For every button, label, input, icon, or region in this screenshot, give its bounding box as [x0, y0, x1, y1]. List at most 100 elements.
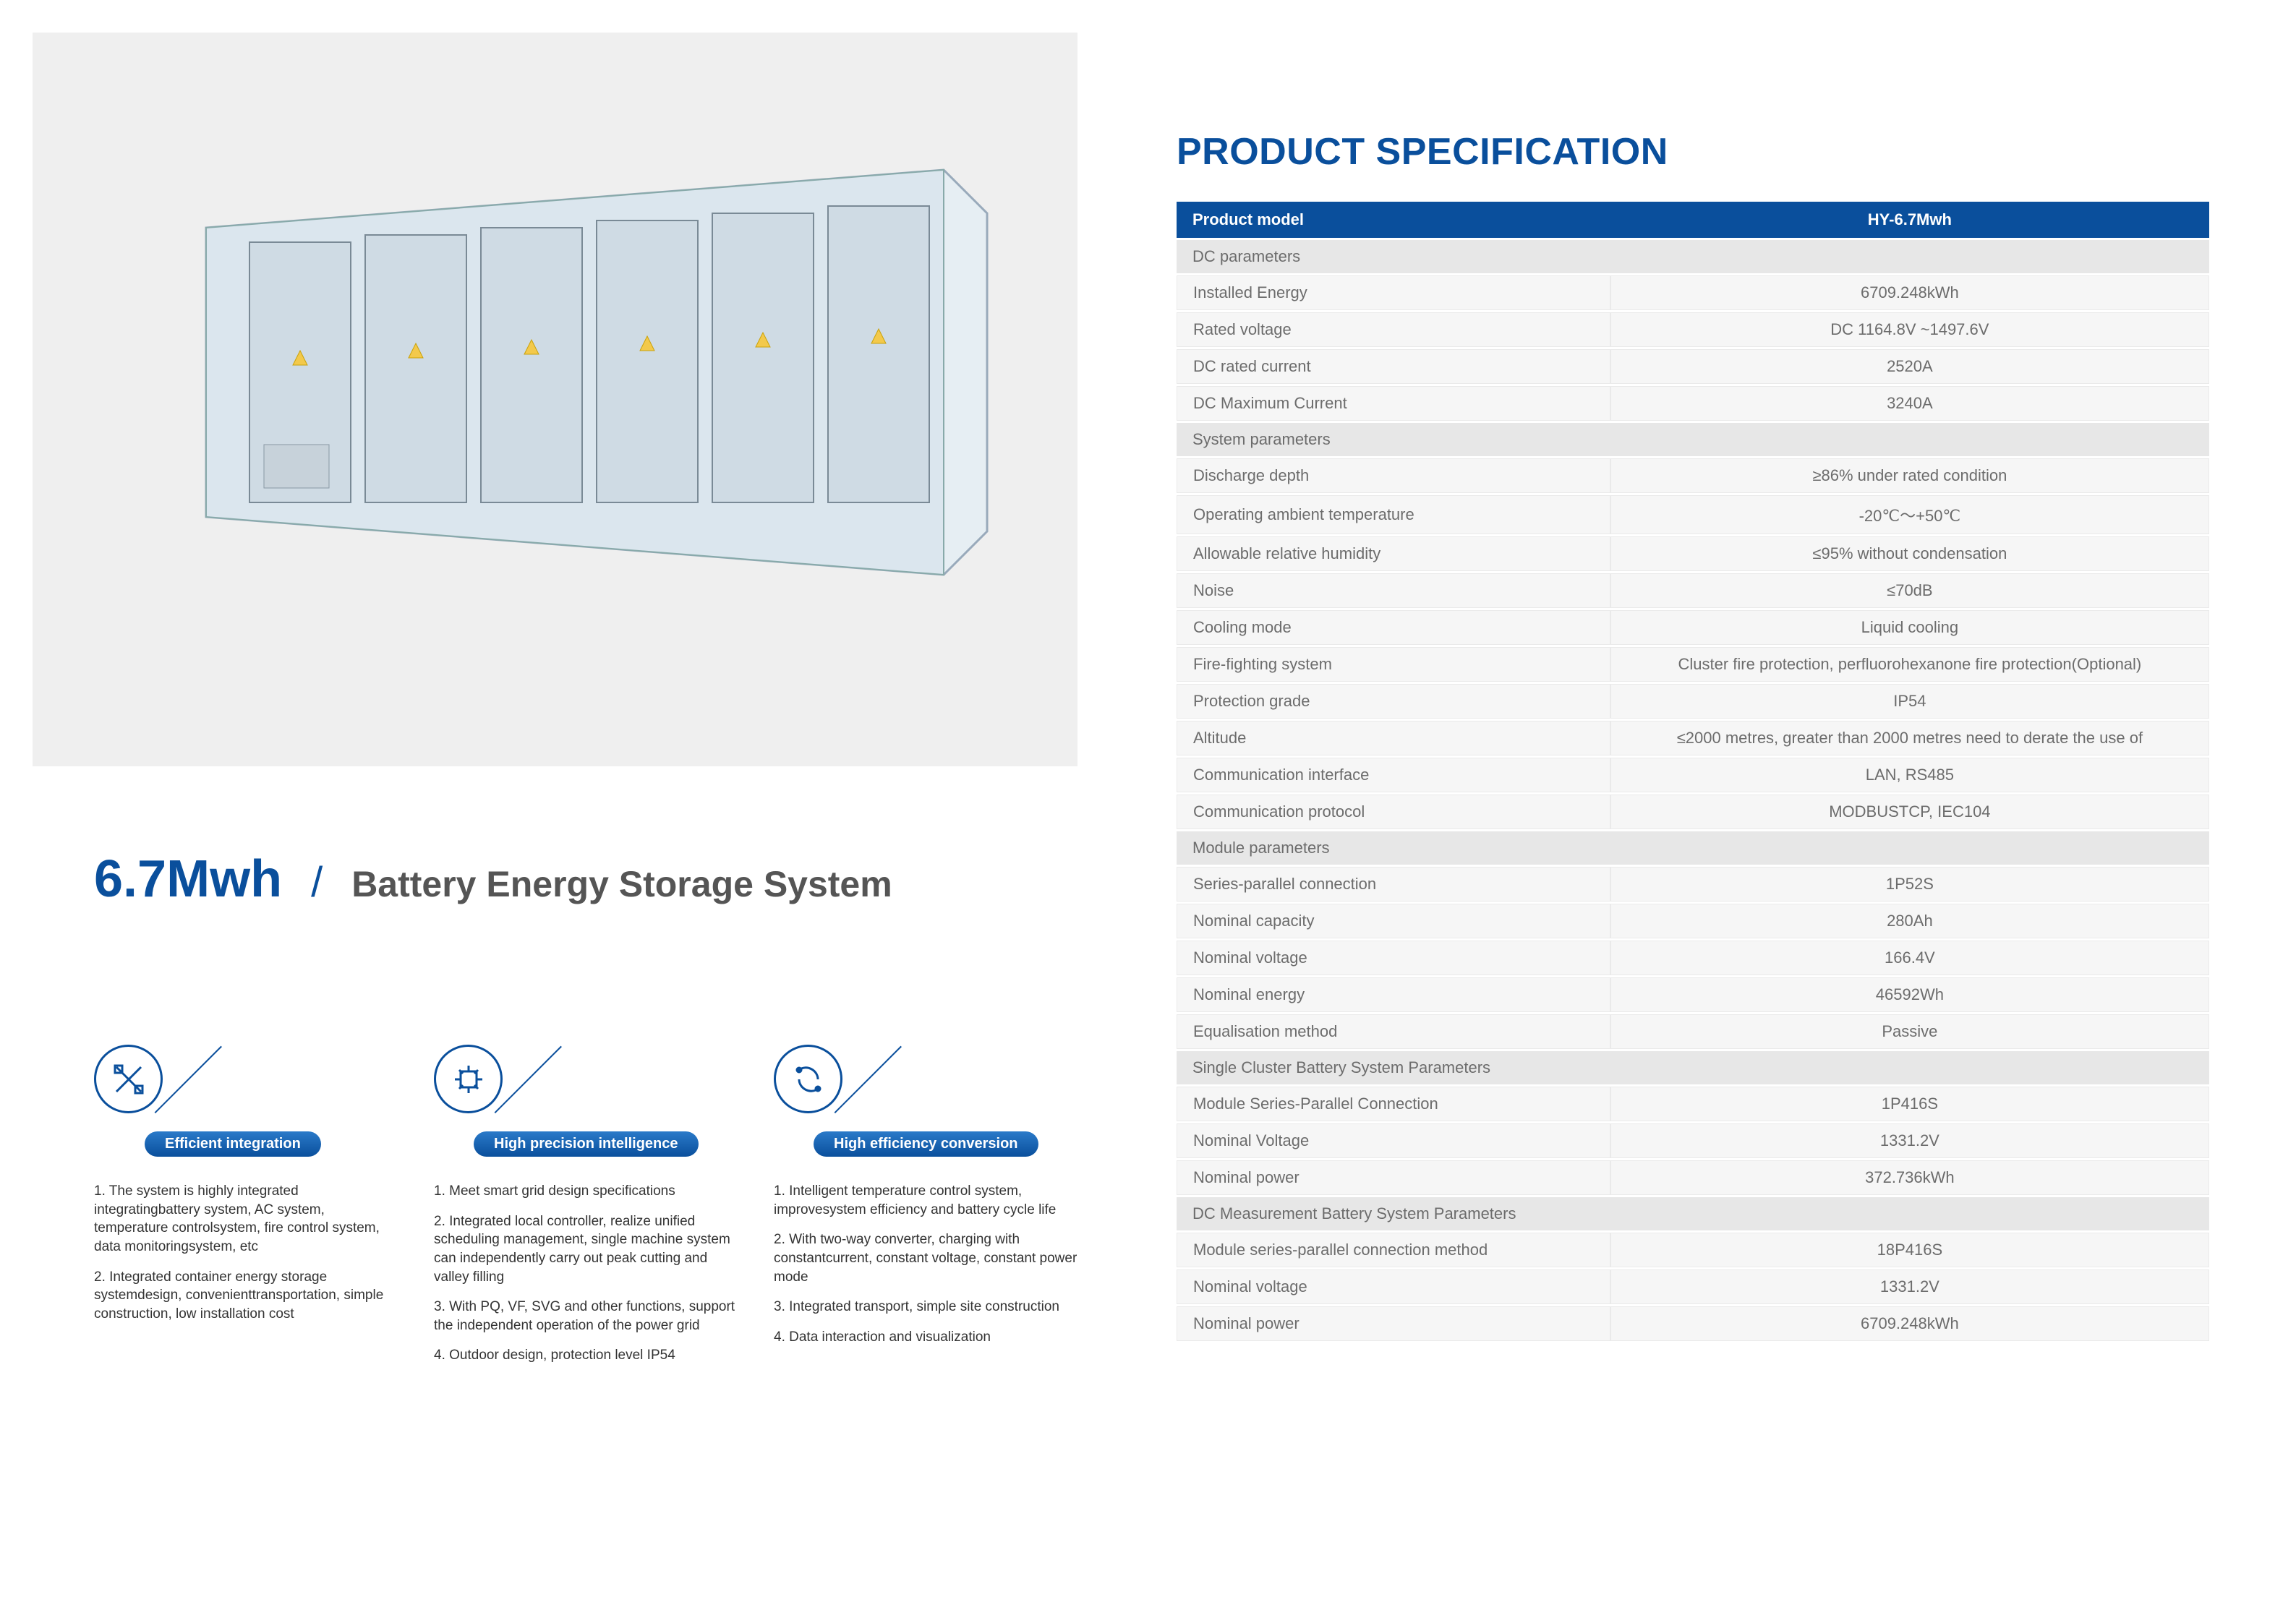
- spec-row: Communication protocolMODBUSTCP, IEC104: [1177, 795, 2209, 829]
- spec-row-value: 46592Wh: [1610, 977, 2209, 1012]
- spec-row-value: 1331.2V: [1610, 1123, 2209, 1158]
- spec-row: Nominal voltage166.4V: [1177, 941, 2209, 975]
- spec-row-label: Cooling mode: [1177, 610, 1610, 645]
- spec-row-value: Cluster fire protection, perfluorohexano…: [1610, 647, 2209, 682]
- spec-row-label: Noise: [1177, 573, 1610, 608]
- spec-row-value: ≤2000 metres, greater than 2000 metres n…: [1610, 721, 2209, 755]
- design-icon: [94, 1045, 163, 1113]
- spec-row-value: 280Ah: [1610, 904, 2209, 938]
- spec-row: DC rated current2520A: [1177, 349, 2209, 384]
- feature-para: 2. With two-way converter, charging with…: [774, 1230, 1077, 1286]
- spec-header-value: HY-6.7Mwh: [1610, 202, 2209, 238]
- spec-row-label: Equalisation method: [1177, 1014, 1610, 1049]
- spec-row-label: Communication protocol: [1177, 795, 1610, 829]
- spec-row: Allowable relative humidity≤95% without …: [1177, 536, 2209, 571]
- feature-para: 4. Data interaction and visualization: [774, 1328, 1077, 1347]
- feature-para: 2. Integrated local controller, realize …: [434, 1212, 738, 1287]
- left-page: 6.7Mwh / Battery Energy Storage System E…: [0, 0, 1148, 1623]
- spec-row-value: DC 1164.8V ~1497.6V: [1610, 312, 2209, 347]
- spec-row: Nominal Voltage1331.2V: [1177, 1123, 2209, 1158]
- spec-row-value: 2520A: [1610, 349, 2209, 384]
- cycle-icon: [774, 1045, 842, 1113]
- spec-row-label: Protection grade: [1177, 684, 1610, 719]
- spec-row-value: 3240A: [1610, 386, 2209, 421]
- feature-para: 2. Integrated container energy storage s…: [94, 1268, 398, 1324]
- spec-row-label: DC Maximum Current: [1177, 386, 1610, 421]
- spec-row-value: Liquid cooling: [1610, 610, 2209, 645]
- spec-row-label: Communication interface: [1177, 758, 1610, 792]
- spec-row-label: Installed Energy: [1177, 275, 1610, 310]
- spec-section-label: System parameters: [1177, 423, 2209, 456]
- feature-pill-2: High efficiency conversion: [814, 1131, 1038, 1157]
- spec-row: Series-parallel connection1P52S: [1177, 867, 2209, 902]
- spec-row-value: MODBUSTCP, IEC104: [1610, 795, 2209, 829]
- spec-row-label: Altitude: [1177, 721, 1610, 755]
- spec-row: Installed Energy6709.248kWh: [1177, 275, 2209, 310]
- spec-row-value: 6709.248kWh: [1610, 1306, 2209, 1341]
- spec-row-label: Fire-fighting system: [1177, 647, 1610, 682]
- spec-row-value: IP54: [1610, 684, 2209, 719]
- spec-row-label: Nominal voltage: [1177, 1269, 1610, 1304]
- feature-para: 1. The system is highly integrated integ…: [94, 1182, 398, 1256]
- spec-row-value: ≤95% without condensation: [1610, 536, 2209, 571]
- spec-row: Equalisation methodPassive: [1177, 1014, 2209, 1049]
- spec-row-value: 1P52S: [1610, 867, 2209, 902]
- spec-row: Cooling modeLiquid cooling: [1177, 610, 2209, 645]
- feature-high-precision: High precision intelligence 1. Meet smar…: [434, 1012, 738, 1376]
- spec-row-value: 6709.248kWh: [1610, 275, 2209, 310]
- spec-row: Altitude≤2000 metres, greater than 2000 …: [1177, 721, 2209, 755]
- spec-row: Operating ambient temperature-20℃～+50℃: [1177, 495, 2209, 534]
- feature-high-efficiency: High efficiency conversion 1. Intelligen…: [774, 1012, 1077, 1376]
- feature-pill-1: High precision intelligence: [474, 1131, 699, 1157]
- spec-row: Rated voltageDC 1164.8V ~1497.6V: [1177, 312, 2209, 347]
- spec-section-label: Module parameters: [1177, 831, 2209, 865]
- spec-row-label: Nominal power: [1177, 1160, 1610, 1195]
- spec-row: Nominal energy46592Wh: [1177, 977, 2209, 1012]
- spec-section-label: DC parameters: [1177, 240, 2209, 273]
- spec-row: Nominal voltage1331.2V: [1177, 1269, 2209, 1304]
- feature-para: 4. Outdoor design, protection level IP54: [434, 1346, 738, 1365]
- spec-section-row: DC Measurement Battery System Parameters: [1177, 1197, 2209, 1230]
- feature-para: 3. Integrated transport, simple site con…: [774, 1298, 1077, 1316]
- spec-section-row: Single Cluster Battery System Parameters: [1177, 1051, 2209, 1084]
- spec-section-row: Module parameters: [1177, 831, 2209, 865]
- spec-row-label: DC rated current: [1177, 349, 1610, 384]
- chip-icon: [434, 1045, 503, 1113]
- feature-body-1: 1. Meet smart grid design specifications…: [434, 1182, 738, 1365]
- spec-row-label: Nominal Voltage: [1177, 1123, 1610, 1158]
- spec-row-label: Module series-parallel connection method: [1177, 1233, 1610, 1267]
- spec-row-value: ≤70dB: [1610, 573, 2209, 608]
- spec-row-label: Nominal capacity: [1177, 904, 1610, 938]
- capacity-title: 6.7Mwh: [94, 849, 282, 909]
- spec-row-value: 372.736kWh: [1610, 1160, 2209, 1195]
- product-title-row: 6.7Mwh / Battery Energy Storage System: [94, 849, 892, 909]
- spec-row-label: Operating ambient temperature: [1177, 495, 1610, 534]
- spec-section-row: System parameters: [1177, 423, 2209, 456]
- spec-row-label: Module Series-Parallel Connection: [1177, 1087, 1610, 1121]
- spec-row: Module series-parallel connection method…: [1177, 1233, 2209, 1267]
- spec-heading: PRODUCT SPECIFICATION: [1177, 130, 2209, 174]
- spec-row: Protection gradeIP54: [1177, 684, 2209, 719]
- spec-row-label: Series-parallel connection: [1177, 867, 1610, 902]
- feature-para: 1. Meet smart grid design specifications: [434, 1182, 738, 1201]
- spec-row: Communication interfaceLAN, RS485: [1177, 758, 2209, 792]
- spec-row: Nominal power6709.248kWh: [1177, 1306, 2209, 1341]
- spec-row-label: Allowable relative humidity: [1177, 536, 1610, 571]
- spec-row: Module Series-Parallel Connection1P416S: [1177, 1087, 2209, 1121]
- feature-efficient-integration: Efficient integration 1. The system is h…: [94, 1012, 398, 1376]
- spec-header-row: Product modelHY-6.7Mwh: [1177, 202, 2209, 238]
- product-name: Battery Energy Storage System: [351, 863, 892, 905]
- spec-row: Fire-fighting systemCluster fire protect…: [1177, 647, 2209, 682]
- product-image-area: [33, 33, 1077, 766]
- spec-row: Noise≤70dB: [1177, 573, 2209, 608]
- features-row: Efficient integration 1. The system is h…: [94, 1012, 1077, 1376]
- spec-row-label: Nominal power: [1177, 1306, 1610, 1341]
- spec-row: Nominal power372.736kWh: [1177, 1160, 2209, 1195]
- spec-row-label: Rated voltage: [1177, 312, 1610, 347]
- spec-row-value: Passive: [1610, 1014, 2209, 1049]
- feature-para: 3. With PQ, VF, SVG and other functions,…: [434, 1298, 738, 1335]
- spec-row-value: 18P416S: [1610, 1233, 2209, 1267]
- spec-row-value: 166.4V: [1610, 941, 2209, 975]
- feature-para: 1. Intelligent temperature control syste…: [774, 1182, 1077, 1219]
- spec-row: Nominal capacity280Ah: [1177, 904, 2209, 938]
